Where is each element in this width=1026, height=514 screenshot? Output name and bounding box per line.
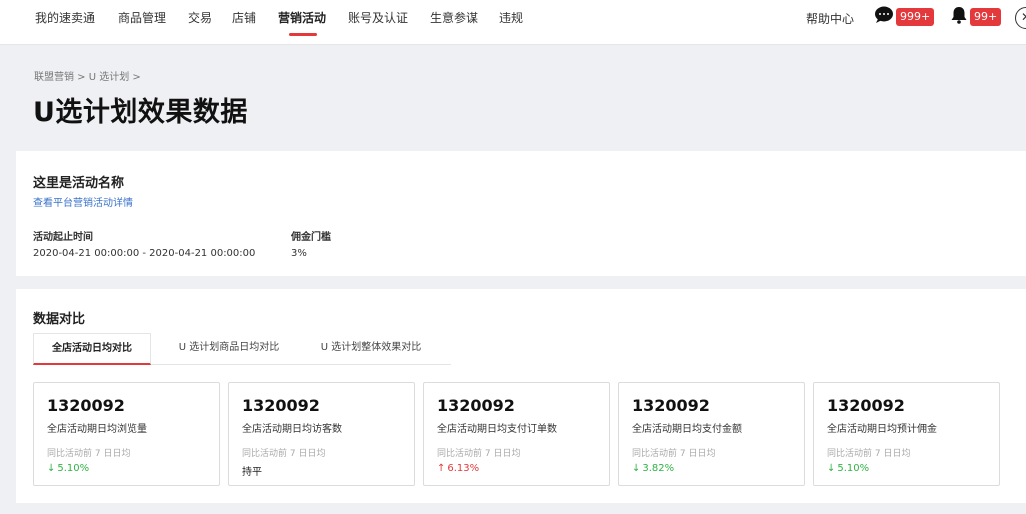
message-count-badge: 999+ [896, 8, 935, 26]
tab-store-daily[interactable]: 全店活动日均对比 [33, 333, 151, 365]
metric-value: 1320092 [47, 396, 125, 415]
nav-item-analytics[interactable]: 生意参谋 [430, 10, 478, 26]
activity-time-value: 2020-04-21 00:00:00 - 2020-04-21 00:00:0… [33, 248, 256, 259]
page-title: U选计划效果数据 [33, 97, 248, 128]
notification-count-badge: 99+ [970, 8, 1002, 26]
nav-item-violations[interactable]: 违规 [499, 10, 523, 26]
nav-item-home[interactable]: 我的速卖通 [35, 10, 95, 26]
metric-change-value: 3.82% [642, 463, 675, 474]
tab-uselect-overall[interactable]: U 选计划整体效果对比 [307, 333, 435, 365]
commission-threshold-value: 3% [291, 248, 307, 259]
messages-button[interactable]: 999+ [874, 6, 935, 28]
tab-uselect-product-daily[interactable]: U 选计划商品日均对比 [165, 333, 293, 365]
metric-label: 全店活动期日均支付金额 [632, 424, 742, 435]
arrow-down-icon: ↓ [827, 463, 836, 474]
metric-label: 全店活动期日均预计佣金 [827, 424, 937, 435]
arrow-down-icon: ↓ [632, 463, 641, 474]
help-center-link[interactable]: 帮助中心 [806, 10, 854, 27]
arrow-down-icon: ↓ [47, 463, 56, 474]
metric-card: 1320092 全店活动期日均访客数 同比活动前 7 日日均 持平 [228, 382, 415, 486]
metric-change-value: 持平 [242, 467, 262, 478]
metric-value: 1320092 [632, 396, 710, 415]
arrow-up-icon: ↑ [437, 463, 446, 474]
metric-comparison-basis: 同比活动前 7 日日均 [242, 449, 326, 459]
metric-comparison-basis: 同比活动前 7 日日均 [827, 449, 911, 459]
metric-change-value: 5.10% [57, 463, 90, 474]
activity-name: 这里是活动名称 [33, 176, 125, 191]
metric-change: 持平 [242, 463, 262, 478]
commission-threshold-label: 佣金门槛 [291, 232, 331, 243]
metric-card: 1320092 全店活动期日均支付订单数 同比活动前 7 日日均 ↑ 6.13% [423, 382, 610, 486]
activity-time-label: 活动起止时间 [33, 232, 93, 243]
metric-change: ↑ 6.13% [437, 463, 479, 474]
metric-label: 全店活动期日均浏览量 [47, 424, 147, 435]
metric-comparison-basis: 同比活动前 7 日日均 [632, 449, 716, 459]
nav-item-account[interactable]: 账号及认证 [348, 10, 408, 26]
close-icon[interactable]: ✕ [1015, 7, 1026, 29]
metric-change-value: 6.13% [447, 463, 480, 474]
data-comparison-panel: 数据对比 全店活动日均对比 U 选计划商品日均对比 U 选计划整体效果对比 13… [16, 289, 1026, 503]
metric-comparison-basis: 同比活动前 7 日日均 [437, 449, 521, 459]
bell-icon [950, 6, 968, 28]
active-nav-indicator [289, 33, 317, 36]
metric-label: 全店活动期日均访客数 [242, 424, 342, 435]
comparison-tabs: 全店活动日均对比 U 选计划商品日均对比 U 选计划整体效果对比 [33, 333, 451, 365]
nav-item-orders[interactable]: 交易 [188, 10, 212, 26]
breadcrumb[interactable]: 联盟营销 > U 选计划 > [34, 68, 141, 83]
metric-comparison-basis: 同比活动前 7 日日均 [47, 449, 131, 459]
activity-details-link[interactable]: 查看平台营销活动详情 [33, 194, 133, 209]
metric-value: 1320092 [437, 396, 515, 415]
metric-card: 1320092 全店活动期日均浏览量 同比活动前 7 日日均 ↓ 5.10% [33, 382, 220, 486]
activity-info-panel: 这里是活动名称 查看平台营销活动详情 活动起止时间 2020-04-21 00:… [16, 151, 1026, 276]
metric-card: 1320092 全店活动期日均支付金额 同比活动前 7 日日均 ↓ 3.82% [618, 382, 805, 486]
metric-change-value: 5.10% [837, 463, 870, 474]
metric-value: 1320092 [242, 396, 320, 415]
nav-item-marketing[interactable]: 营销活动 [278, 10, 326, 26]
nav-item-products[interactable]: 商品管理 [118, 10, 166, 26]
nav-item-store[interactable]: 店铺 [232, 10, 256, 26]
metric-change: ↓ 5.10% [47, 463, 89, 474]
metric-change: ↓ 5.10% [827, 463, 869, 474]
metric-card: 1320092 全店活动期日均预计佣金 同比活动前 7 日日均 ↓ 5.10% [813, 382, 1000, 486]
data-comparison-title: 数据对比 [33, 312, 86, 327]
metric-value: 1320092 [827, 396, 905, 415]
top-nav: 我的速卖通 商品管理 交易 店铺 营销活动 账号及认证 生意参谋 违规 帮助中心… [0, 0, 1026, 45]
chat-bubble-icon [874, 6, 894, 28]
notifications-button[interactable]: 99+ [950, 6, 1002, 28]
metric-change: ↓ 3.82% [632, 463, 674, 474]
metric-label: 全店活动期日均支付订单数 [437, 424, 557, 435]
